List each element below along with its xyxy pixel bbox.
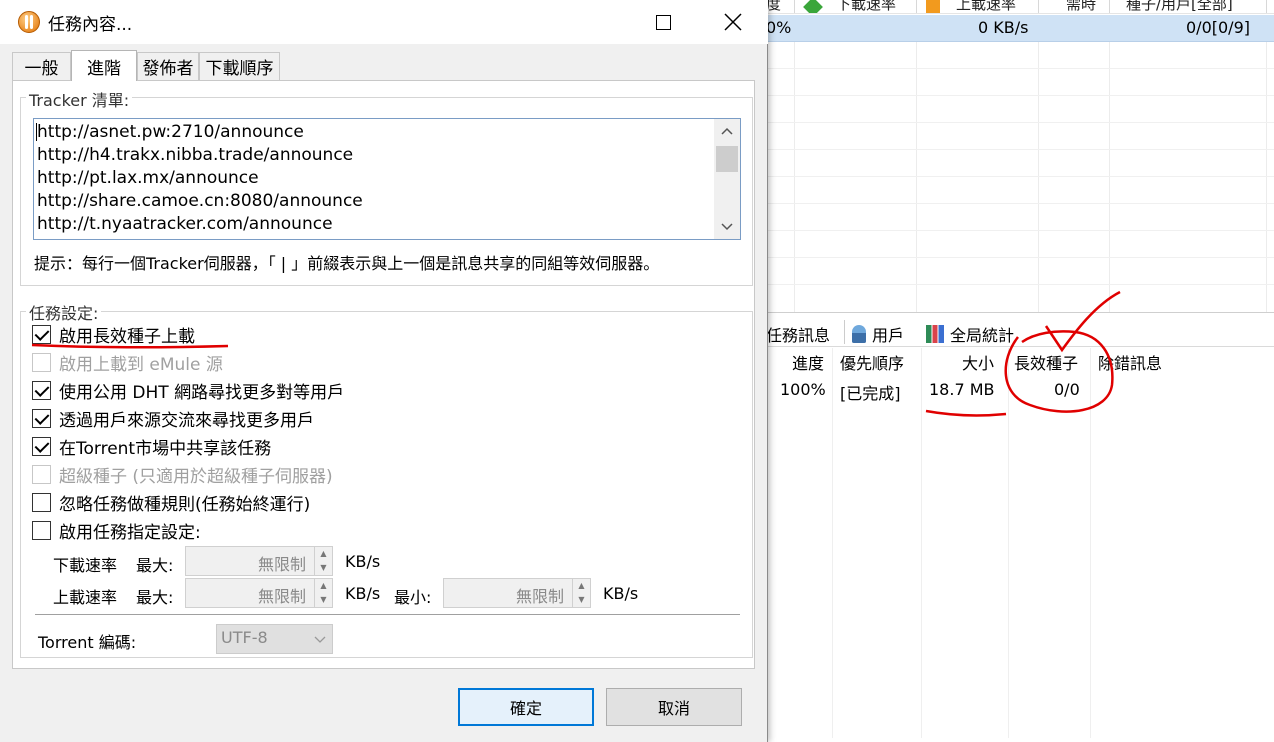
option-long-term-seeding[interactable]: 啟用長效種子上載 [32, 323, 195, 347]
upload-min-spinner[interactable]: 無限制 ▲ ▼ [443, 578, 591, 608]
checkbox[interactable] [32, 520, 51, 540]
upload-arrow-icon [926, 0, 940, 13]
task-upload-speed: 0 KB/s [978, 18, 1029, 37]
option-super-seed: 超級種子 (只適用於超級種子伺服器) [32, 463, 333, 487]
tracker-line: http://t.nyaatracker.com/announce [37, 214, 333, 234]
tab-global-stats[interactable]: 全局統計 [926, 322, 1014, 346]
detail-tabs: 任務訊息 用戶 全局統計 [766, 316, 1274, 348]
checkbox[interactable] [32, 492, 51, 512]
close-icon [724, 13, 742, 31]
tracker-group-label: Tracker 清單: [26, 87, 133, 111]
detail-col-debug[interactable]: 除錯訊息 [1098, 350, 1162, 374]
spinner-buttons[interactable]: ▲ ▼ [314, 547, 332, 575]
chevron-down-icon [314, 636, 326, 643]
col-upload-speed-header[interactable]: 上載速率 [926, 0, 1016, 13]
ok-button[interactable]: 確定 [458, 688, 594, 726]
checkbox[interactable] [32, 408, 51, 428]
encoding-select: UTF-8 [216, 624, 333, 654]
download-arrow-icon [803, 0, 823, 13]
dialog-titlebar[interactable]: 任務內容... [0, 0, 768, 44]
checkbox[interactable] [32, 436, 51, 456]
chevron-down-icon [721, 223, 733, 231]
detail-col-priority[interactable]: 優先順序 [840, 350, 904, 374]
tracker-line: http://asnet.pw:2710/announce [37, 122, 304, 142]
scroll-up-button[interactable] [714, 119, 740, 143]
upload-unit: KB/s [345, 584, 381, 603]
checkbox[interactable] [32, 324, 51, 344]
stats-chart-icon [926, 325, 944, 343]
upload-rate-label: 上載速率 [53, 588, 118, 607]
chevron-up-icon [721, 127, 733, 135]
tracker-scrollbar[interactable] [714, 119, 740, 239]
tab-general[interactable]: 一般 [12, 52, 71, 80]
task-row-selected[interactable]: 0% 0 KB/s 0/0[0/9] [766, 15, 1274, 42]
option-public-dht[interactable]: 使用公用 DHT 網路尋找更多對等用戶 [32, 379, 344, 403]
tab-advanced[interactable]: 進階 [71, 50, 137, 81]
col-eta-header[interactable]: 需時 [1066, 0, 1096, 13]
download-rate-label: 下載速率 [53, 556, 118, 575]
tab-publisher[interactable]: 發佈者 [137, 52, 199, 80]
detail-col-seeds[interactable]: 長效種子 [1014, 350, 1078, 374]
detail-progress-value: 100% [780, 380, 826, 399]
encoding-label: Torrent 編碼: [38, 633, 137, 652]
app-logo-icon [18, 11, 40, 33]
tracker-line: http://h4.trakx.nibba.trade/announce [37, 145, 354, 165]
dialog-title: 任務內容... [48, 15, 133, 35]
col-progress-header[interactable]: 度 [766, 0, 781, 13]
detail-col-progress[interactable]: 進度 [792, 350, 824, 374]
col-download-speed-header[interactable]: 下載速率 [803, 0, 896, 13]
tab-task-info[interactable]: 任務訊息 [766, 322, 830, 346]
task-progress: 0% [766, 18, 792, 37]
cancel-button[interactable]: 取消 [606, 688, 742, 726]
main-app-window: 度 下載速率 上載速率 需時 種子/用戶[全部] 0% 0 KB/s 0/0[0… [766, 0, 1274, 742]
option-ignore-seeding-rules[interactable]: 忽略任務做種規則(任務始終運行) [32, 491, 310, 515]
upload-max-label: 最大: [136, 588, 174, 607]
detail-col-size[interactable]: 大小 [962, 350, 994, 374]
option-peer-exchange[interactable]: 透過用戶來源交流來尋找更多用戶 [32, 407, 314, 431]
tracker-line: http://pt.lax.mx/announce [37, 168, 259, 188]
download-max-spinner[interactable]: 無限制 ▲ ▼ [185, 546, 333, 576]
download-unit: KB/s [345, 552, 381, 571]
tracker-hint: 提示：每行一個Tracker伺服器，「 | 」前綴表示與上一個是訊息共享的同組等… [34, 254, 660, 273]
checkbox [32, 464, 51, 484]
checkbox [32, 352, 51, 372]
maximize-icon [655, 14, 671, 30]
scroll-thumb[interactable] [716, 146, 738, 172]
download-max-label: 最大: [136, 556, 174, 575]
option-emule-upload: 啟用上載到 eMule 源 [32, 351, 223, 375]
detail-priority-value: [已完成] [840, 384, 901, 403]
tracker-list-textarea[interactable]: http://asnet.pw:2710/announce http://h4.… [33, 118, 741, 240]
detail-size-value: 18.7 MB [929, 380, 995, 399]
task-seeds-peers: 0/0[0/9] [1186, 18, 1250, 37]
close-button[interactable] [710, 0, 756, 44]
tab-download-order[interactable]: 下載順序 [199, 52, 280, 80]
task-settings-label: 任務設定: [26, 300, 102, 324]
task-properties-dialog: 任務內容... 一般 進階 發佈者 下載順序 Tracker 清單: http:… [0, 0, 768, 742]
maximize-button[interactable] [640, 0, 686, 44]
divider [35, 614, 740, 615]
col-seeds-peers-header[interactable]: 種子/用戶[全部] [1126, 0, 1233, 13]
upload-max-spinner[interactable]: 無限制 ▲ ▼ [185, 578, 333, 608]
option-task-specific-settings[interactable]: 啟用任務指定設定: [32, 519, 201, 543]
upload-min-label: 最小: [394, 588, 432, 607]
task-list-header: 度 下載速率 上載速率 需時 種子/用戶[全部] [766, 0, 1274, 14]
tab-peers[interactable]: 用戶 [852, 322, 904, 346]
detail-seeds-value: 0/0 [1054, 380, 1080, 399]
checkbox[interactable] [32, 380, 51, 400]
option-share-torrent-market[interactable]: 在Torrent市場中共享該任務 [32, 435, 271, 459]
scroll-down-button[interactable] [714, 215, 740, 239]
spinner-buttons[interactable]: ▲ ▼ [572, 579, 590, 607]
user-icon [852, 325, 866, 343]
spinner-buttons[interactable]: ▲ ▼ [314, 579, 332, 607]
tracker-line: http://share.camoe.cn:8080/announce [37, 191, 363, 211]
upload-min-unit: KB/s [603, 584, 639, 603]
